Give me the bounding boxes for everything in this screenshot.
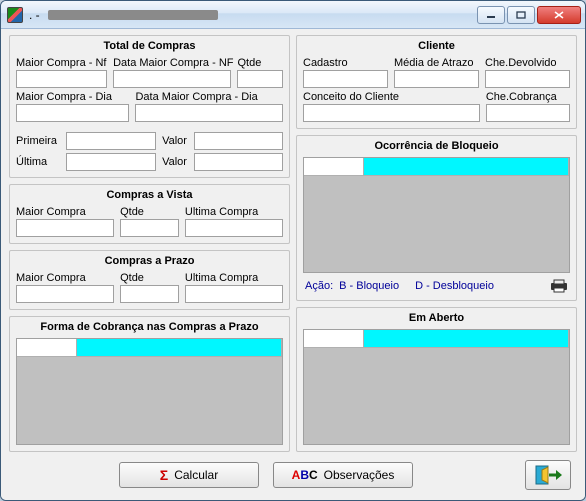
label-maior-compra-dia: Maior Compra - Dia [16,91,129,103]
input-media-atrazo[interactable] [394,70,479,88]
input-ultima-valor[interactable] [194,153,284,171]
input-data-maior-compra-dia[interactable] [135,104,283,122]
close-button[interactable] [537,6,581,24]
input-conceito-cliente[interactable] [303,104,480,122]
label-vista-qtde: Qtde [120,206,179,218]
label-qtde-nf: Qtde [237,57,283,69]
group-title-total-compras: Total de Compras [16,40,283,52]
window-title-obscured [48,10,218,20]
group-title-compras-vista: Compras a Vista [16,189,283,201]
grid-aberto-body [304,348,569,444]
legend-bloqueio: B - Bloqueio [339,280,399,292]
group-title-cliente: Cliente [303,40,570,52]
input-prazo-maior-compra[interactable] [16,285,114,303]
print-button[interactable] [550,279,568,293]
abc-icon: ABC [292,468,318,482]
right-column: Cliente Cadastro Média de Atrazo Che.Dev… [296,35,577,452]
label-vista-ultima-compra: Ultima Compra [185,206,283,218]
input-vista-qtde[interactable] [120,219,179,237]
close-icon [553,10,565,20]
window: . - Total de Compras Maio [0,0,586,501]
group-compras-prazo: Compras a Prazo Maior Compra Qtde Ultima… [9,250,290,310]
legend-desbloqueio: D - Desbloqueio [415,280,494,292]
minimize-button[interactable] [477,6,505,24]
bloqueio-legend: Ação: B - Bloqueio D - Desbloqueio [303,276,570,294]
label-prazo-maior-compra: Maior Compra [16,272,114,284]
input-vista-maior-compra[interactable] [16,219,114,237]
input-prazo-ultima-compra[interactable] [185,285,283,303]
input-maior-compra-dia[interactable] [16,104,129,122]
grid-forma-cobranca[interactable] [16,338,283,445]
client-area: Total de Compras Maior Compra - Nf Data … [1,29,585,500]
app-icon [7,7,23,23]
label-data-maior-compra-dia: Data Maior Compra - Dia [135,91,283,103]
input-primeira-valor[interactable] [194,132,284,150]
observacoes-button[interactable]: ABC Observações [273,462,413,488]
input-ultima[interactable] [66,153,156,171]
left-column: Total de Compras Maior Compra - Nf Data … [9,35,290,452]
input-vista-ultima-compra[interactable] [185,219,283,237]
label-cadastro: Cadastro [303,57,388,69]
group-title-compras-prazo: Compras a Prazo [16,255,283,267]
input-qtde-nf[interactable] [237,70,283,88]
calcular-label: Calcular [174,468,218,482]
group-title-em-aberto: Em Aberto [303,312,570,324]
grid-bloqueio-body [304,176,569,272]
observacoes-label: Observações [324,468,395,482]
label-che-cobranca: Che.Cobrança [486,91,570,103]
minimize-icon [486,11,496,19]
sigma-icon: Σ [160,467,168,483]
maximize-icon [516,11,526,19]
group-title-ocorrencia-bloqueio: Ocorrência de Bloqueio [303,140,570,152]
input-cadastro[interactable] [303,70,388,88]
grid-aberto-header-blank [304,330,364,348]
label-primeira: Primeira [16,135,62,147]
grid-cobranca-header-blank [17,339,77,357]
grid-bloqueio-header-col [364,158,569,176]
label-prazo-qtde: Qtde [120,272,179,284]
group-ocorrencia-bloqueio: Ocorrência de Bloqueio Ação: B - Bloquei… [296,135,577,301]
input-data-maior-compra-nf[interactable] [113,70,231,88]
grid-aberto-header-col [364,330,569,348]
window-buttons [477,6,581,24]
label-prazo-ultima-compra: Ultima Compra [185,272,283,284]
input-prazo-qtde[interactable] [120,285,179,303]
maximize-button[interactable] [507,6,535,24]
grid-bloqueio[interactable] [303,157,570,273]
exit-icon [534,464,562,486]
label-conceito-cliente: Conceito do Cliente [303,91,480,103]
footer: Σ Calcular ABC Observações [9,458,577,492]
titlebar: . - [1,1,585,29]
label-maior-compra-nf: Maior Compra - Nf [16,57,107,69]
grid-bloqueio-header-blank [304,158,364,176]
group-title-forma-cobranca: Forma de Cobrança nas Compras a Prazo [16,321,283,333]
label-che-devolvido: Che.Devolvido [485,57,570,69]
label-vista-maior-compra: Maior Compra [16,206,114,218]
calcular-button[interactable]: Σ Calcular [119,462,259,488]
label-ultima: Última [16,156,62,168]
label-primeira-valor: Valor [160,135,190,147]
group-forma-cobranca: Forma de Cobrança nas Compras a Prazo [9,316,290,452]
window-title-prefix: . - [29,8,40,22]
input-maior-compra-nf[interactable] [16,70,107,88]
group-em-aberto: Em Aberto [296,307,577,452]
label-data-maior-compra-nf: Data Maior Compra - NF [113,57,231,69]
legend-acao: Ação: [305,280,333,292]
label-media-atrazo: Média de Atrazo [394,57,479,69]
group-compras-vista: Compras a Vista Maior Compra Qtde Ultima… [9,184,290,244]
input-primeira[interactable] [66,132,156,150]
label-ultima-valor: Valor [160,156,190,168]
grid-cobranca-header-col [77,339,282,357]
exit-button[interactable] [525,460,571,490]
group-cliente: Cliente Cadastro Média de Atrazo Che.Dev… [296,35,577,129]
printer-icon [550,279,568,293]
group-total-compras: Total de Compras Maior Compra - Nf Data … [9,35,290,178]
input-che-cobranca[interactable] [486,104,570,122]
input-che-devolvido[interactable] [485,70,570,88]
grid-cobranca-body [17,357,282,444]
grid-em-aberto[interactable] [303,329,570,445]
